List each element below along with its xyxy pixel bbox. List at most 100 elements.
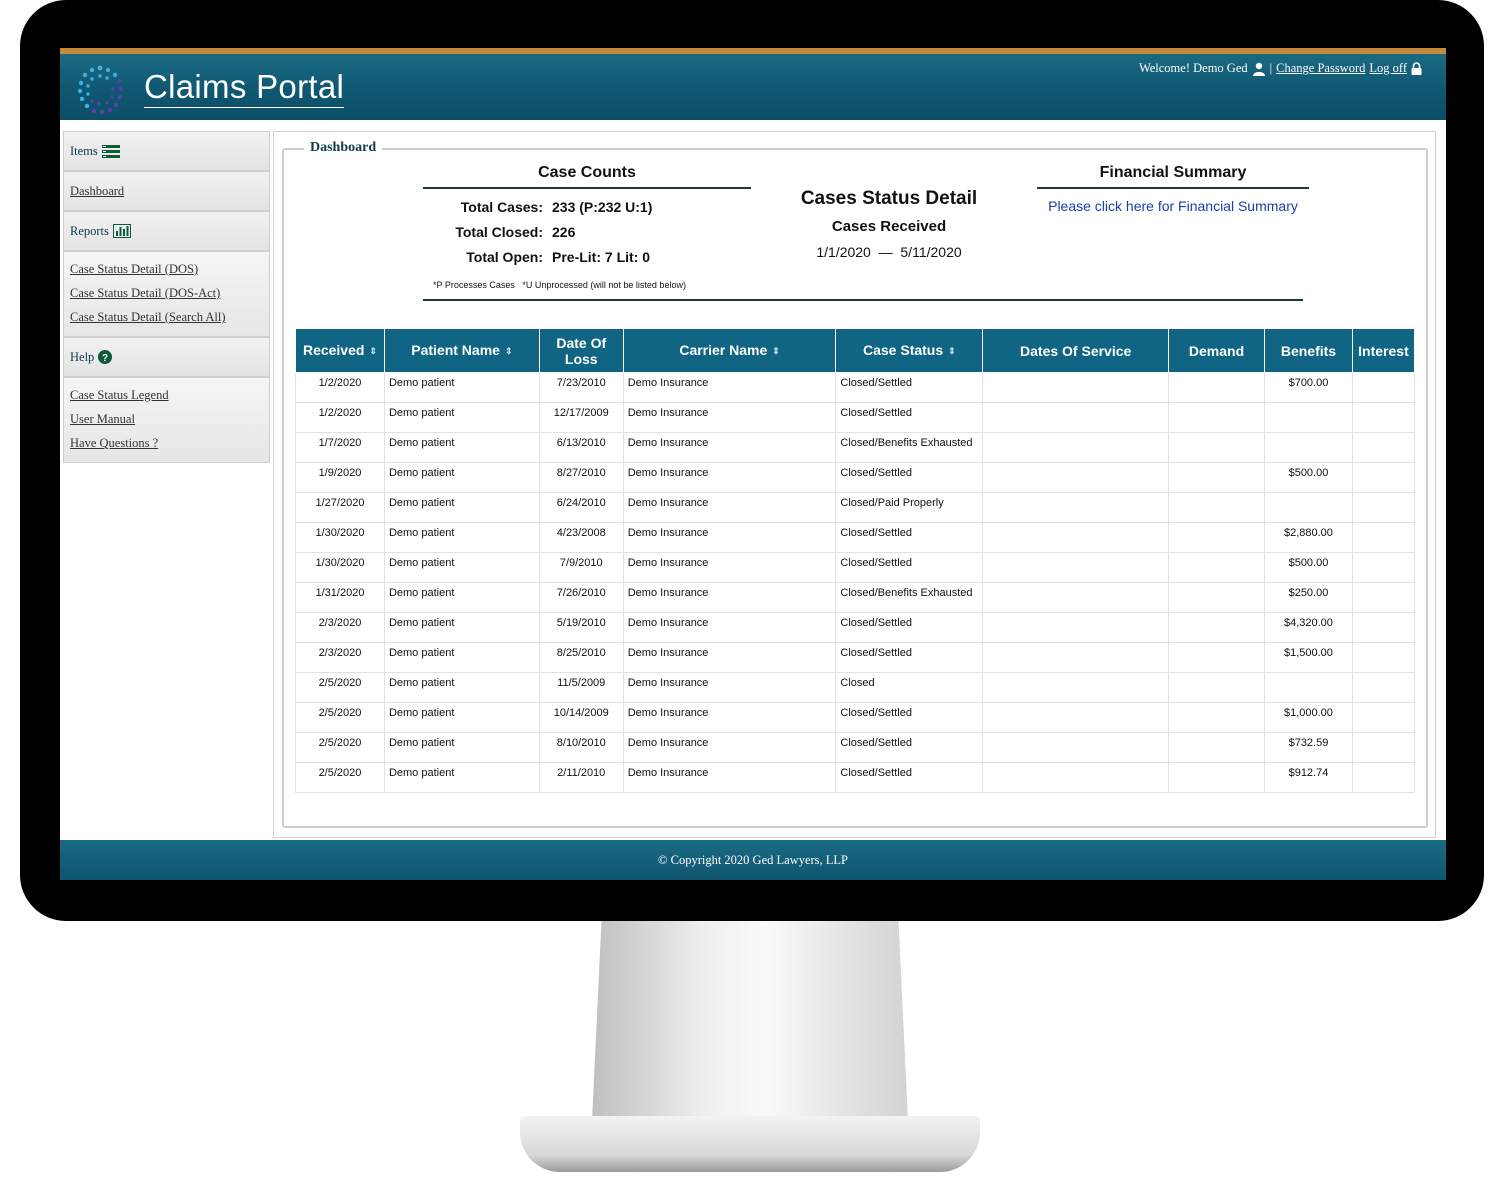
- logo-icon: [77, 65, 124, 115]
- col-carrier[interactable]: Carrier Name ⇕: [622, 328, 837, 373]
- cell-carrier: Demo Insurance: [622, 492, 837, 523]
- help-label: Help: [70, 349, 95, 364]
- col-status[interactable]: Case Status ⇕: [835, 328, 984, 373]
- table-row[interactable]: 1/2/2020 Demo patient 12/17/2009 Demo Insur…: [295, 402, 1416, 433]
- table-row[interactable]: 2/5/2020 Demo patient 11/5/2009 Demo Insura…: [295, 672, 1416, 703]
- cell-demand: [1168, 432, 1265, 463]
- help-links: Case Status Legend User Manual Have Ques…: [63, 377, 270, 463]
- user-bar: Welcome! Demo Ged | Change Password Log …: [1139, 61, 1422, 76]
- cell-carrier: Demo Insurance: [622, 732, 837, 763]
- cell-patient: Demo patient: [383, 432, 540, 463]
- cell-interest: [1351, 552, 1416, 583]
- col-interest: Interest: [1351, 328, 1416, 373]
- table-row[interactable]: 2/5/2020 Demo patient 8/10/2010 Demo Insura…: [295, 732, 1416, 763]
- cell-carrier: Demo Insurance: [622, 402, 837, 433]
- cell-dos: [982, 492, 1170, 523]
- cell-received: 1/30/2020: [295, 552, 385, 583]
- col-patient[interactable]: Patient Name ⇕: [383, 328, 540, 373]
- cell-interest: [1351, 582, 1416, 613]
- help-link-legend[interactable]: Case Status Legend: [70, 386, 263, 410]
- cell-demand: [1168, 642, 1265, 673]
- dashboard-link[interactable]: Dashboard: [70, 184, 124, 199]
- case-counts-title: Case Counts: [538, 164, 636, 181]
- cell-interest: [1351, 492, 1416, 523]
- cell-demand: [1168, 702, 1265, 733]
- app-header: Claims Portal Welcome! Demo Ged | Change…: [60, 48, 1446, 120]
- cell-demand: [1168, 462, 1265, 493]
- col-date-of-loss[interactable]: Date Of Loss: [538, 328, 624, 373]
- cell-received: 1/27/2020: [295, 492, 385, 523]
- cell-interest: [1351, 642, 1416, 673]
- cell-interest: [1351, 672, 1416, 703]
- table-row[interactable]: 1/30/2020 Demo patient 4/23/2008 Demo Insur…: [295, 522, 1416, 553]
- cell-received: 2/5/2020: [295, 672, 385, 703]
- col-received[interactable]: Received ⇕: [295, 328, 385, 373]
- sort-icon[interactable]: ⇕: [948, 343, 956, 359]
- cell-dos: [982, 552, 1170, 583]
- cell-interest: [1351, 732, 1416, 763]
- monitor-stand: [592, 921, 908, 1121]
- help-link-manual[interactable]: User Manual: [70, 410, 263, 434]
- total-cases-row: Total Cases: 233 (P:232 U:1): [423, 199, 743, 215]
- table-row[interactable]: 1/9/2020 Demo patient 8/27/2010 Demo Insura…: [295, 462, 1416, 493]
- table-row[interactable]: 1/30/2020 Demo patient 7/9/2010 Demo Insura…: [295, 552, 1416, 583]
- report-link-search-all[interactable]: Case Status Detail (Search All): [70, 308, 263, 332]
- help-link-questions[interactable]: Have Questions ?: [70, 434, 263, 458]
- cell-patient: Demo patient: [383, 462, 540, 493]
- sidebar-reports[interactable]: Reports: [63, 211, 270, 251]
- cell-demand: [1168, 402, 1265, 433]
- cell-patient: Demo patient: [383, 492, 540, 523]
- cell-demand: [1168, 762, 1265, 793]
- table-row[interactable]: 2/3/2020 Demo patient 5/19/2010 Demo Insura…: [295, 612, 1416, 643]
- sidebar: Items Dashboard Reports Case Status Deta…: [63, 131, 270, 463]
- cell-carrier: Demo Insurance: [622, 432, 837, 463]
- cell-dos: [982, 402, 1170, 433]
- log-off-link[interactable]: Log off: [1369, 61, 1407, 76]
- total-closed-value: 226: [552, 224, 576, 240]
- cell-benefits: $4,320.00: [1263, 612, 1353, 643]
- cell-date-of-loss: 4/23/2008: [538, 522, 624, 553]
- cell-benefits: $2,880.00: [1263, 522, 1353, 553]
- sort-icon[interactable]: ⇕: [505, 343, 513, 359]
- list-icon: [101, 144, 120, 158]
- sort-icon[interactable]: ⇕: [772, 343, 780, 359]
- cell-patient: Demo patient: [383, 642, 540, 673]
- sidebar-items[interactable]: Items: [63, 131, 270, 171]
- cell-benefits: $912.74: [1263, 762, 1353, 793]
- report-link-dos[interactable]: Case Status Detail (DOS): [70, 260, 263, 284]
- financial-summary-rule: [1037, 187, 1309, 189]
- table-row[interactable]: 1/27/2020 Demo patient 6/24/2010 Demo Insur…: [295, 492, 1416, 523]
- table-row[interactable]: 1/31/2020 Demo patient 7/26/2010 Demo Insur…: [295, 582, 1416, 613]
- change-password-link[interactable]: Change Password: [1276, 61, 1365, 76]
- report-link-dos-act[interactable]: Case Status Detail (DOS-Act): [70, 284, 263, 308]
- bar-chart-icon: [112, 224, 131, 238]
- sort-icon[interactable]: ⇕: [369, 343, 377, 359]
- cell-received: 1/31/2020: [295, 582, 385, 613]
- table-row[interactable]: 1/7/2020 Demo patient 6/13/2010 Demo Insura…: [295, 432, 1416, 463]
- cell-received: 2/5/2020: [295, 702, 385, 733]
- welcome-text: Welcome! Demo Ged: [1138, 61, 1248, 75]
- reports-label: Reports: [70, 223, 109, 238]
- cell-patient: Demo patient: [383, 612, 540, 643]
- cell-carrier: Demo Insurance: [622, 552, 837, 583]
- app-footer: © Copyright 2020 Ged Lawyers, LLP: [60, 840, 1446, 880]
- summary-divider: [423, 299, 1303, 301]
- table-row[interactable]: 2/5/2020 Demo patient 2/11/2010 Demo Insura…: [295, 762, 1416, 793]
- table-row[interactable]: 2/5/2020 Demo patient 10/14/2009 Demo Insur…: [295, 702, 1416, 733]
- total-cases-value: 233 (P:232 U:1): [552, 199, 653, 215]
- cell-interest: [1351, 462, 1416, 493]
- financial-summary-link[interactable]: Please click here for Financial Summary: [1037, 198, 1309, 214]
- cell-benefits: $1,500.00: [1263, 642, 1353, 673]
- cell-date-of-loss: 7/23/2010: [538, 372, 624, 403]
- sidebar-dashboard[interactable]: Dashboard: [63, 171, 270, 211]
- cell-status: Closed/Settled: [835, 612, 984, 643]
- cell-demand: [1168, 492, 1265, 523]
- cell-date-of-loss: 5/19/2010: [538, 612, 624, 643]
- cell-dos: [982, 522, 1170, 553]
- sidebar-help[interactable]: Help ?: [63, 337, 270, 377]
- cell-carrier: Demo Insurance: [622, 702, 837, 733]
- cell-received: 1/30/2020: [295, 522, 385, 553]
- table-row[interactable]: 2/3/2020 Demo patient 8/25/2010 Demo Insura…: [295, 642, 1416, 673]
- case-counts-rule: [423, 187, 751, 189]
- table-row[interactable]: 1/2/2020 Demo patient 7/23/2010 Demo Insura…: [295, 372, 1416, 403]
